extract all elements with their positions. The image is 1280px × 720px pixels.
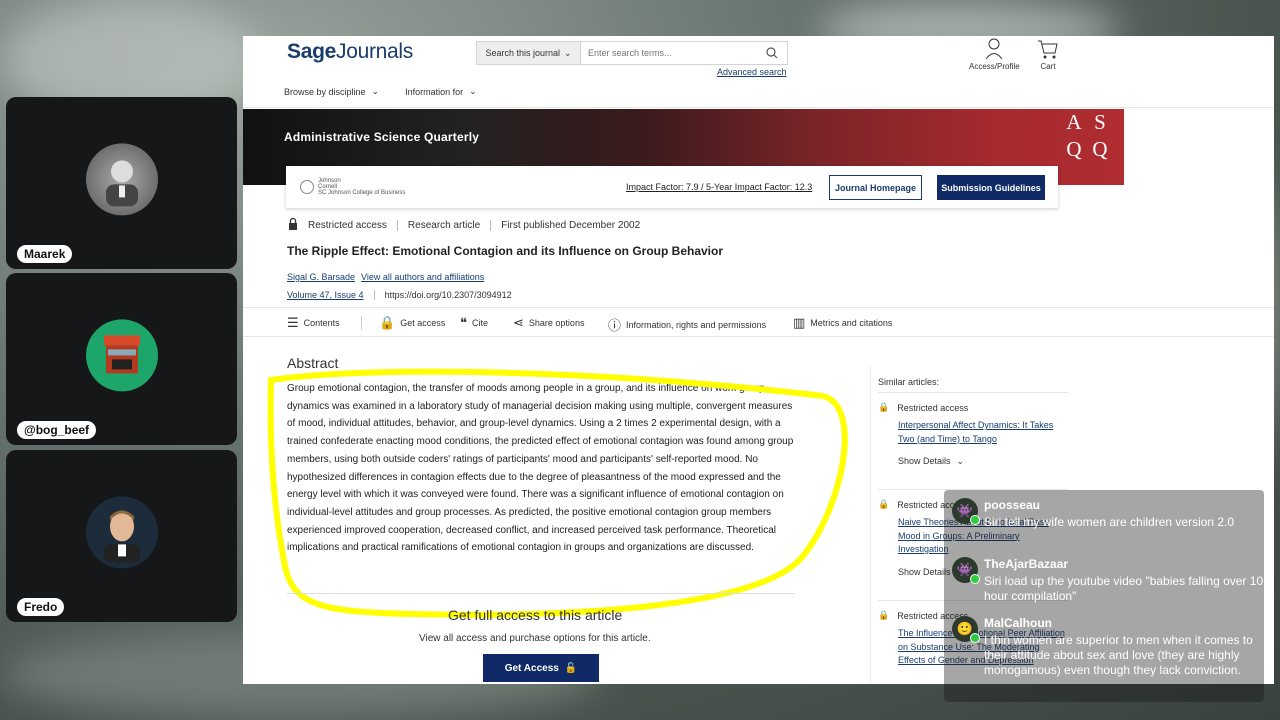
full-access-heading: Get full access to this article bbox=[448, 607, 623, 623]
participant-tile[interactable]: Fredo bbox=[6, 450, 237, 622]
article-title: The Ripple Effect: Emotional Contagion a… bbox=[287, 244, 724, 258]
search-bar: Search this journal ⌄ bbox=[476, 41, 788, 65]
access-profile-button[interactable]: Access/Profile bbox=[969, 38, 1020, 71]
site-header: SageJournals Search this journal ⌄ Advan… bbox=[243, 36, 1274, 108]
lock-icon: 🔒 bbox=[878, 402, 890, 412]
badge-icon bbox=[970, 515, 980, 525]
chat-username[interactable]: poosseau bbox=[984, 498, 1040, 512]
user-icon bbox=[985, 38, 1003, 60]
chat-text: Siri load up the youtube video "babies f… bbox=[984, 574, 1264, 603]
impact-factor-link[interactable]: Impact Factor: 7.9 / 5-Year Impact Facto… bbox=[626, 182, 812, 192]
menu-icon: ☰ bbox=[287, 315, 299, 330]
all-authors-link[interactable]: View all authors and affiliations bbox=[361, 272, 484, 282]
get-access-button[interactable]: Get Access 🔓 bbox=[483, 654, 599, 682]
journal-homepage-button[interactable]: Journal Homepage bbox=[829, 175, 922, 200]
participant-name: Maarek bbox=[17, 245, 73, 263]
badge-icon bbox=[970, 574, 980, 584]
volume-link[interactable]: Volume 47, Issue 4 bbox=[287, 290, 364, 300]
submission-guidelines-button[interactable]: Submission Guidelines bbox=[937, 175, 1045, 200]
johnson-logo: Johnson Cornell SC Johnson College of Busi… bbox=[300, 178, 405, 196]
show-details-toggle[interactable]: Show Details ⌄ bbox=[898, 456, 1068, 467]
cart-button[interactable]: Cart bbox=[1037, 38, 1059, 71]
chat-text: Siri tell my wife women are children ver… bbox=[984, 515, 1235, 529]
avatar bbox=[85, 143, 158, 216]
participant-tile[interactable]: @bog_beef bbox=[6, 273, 237, 445]
doi[interactable]: https://doi.org/10.2307/3094912 bbox=[385, 290, 512, 300]
lock-icon: 🔒 bbox=[379, 315, 396, 330]
lock-icon bbox=[288, 217, 298, 233]
share-options-tab[interactable]: ⋖ Share options bbox=[513, 315, 584, 331]
lock-icon: 🔒 bbox=[878, 499, 890, 509]
info-icon: ⓘ bbox=[608, 318, 622, 333]
badge-icon bbox=[970, 633, 980, 643]
author-link[interactable]: Sigal G. Barsade bbox=[287, 272, 355, 282]
information-for-menu[interactable]: Information for ⌄ bbox=[405, 86, 477, 97]
similar-heading: Similar articles: bbox=[878, 377, 940, 387]
contents-tab[interactable]: ☰ Contents bbox=[287, 315, 340, 331]
article-meta: Restricted access Research article First… bbox=[288, 217, 640, 233]
chat-text: I thin women are superior to men when it… bbox=[984, 633, 1253, 677]
information-tab[interactable]: ⓘ Information, rights and permissions bbox=[608, 315, 766, 334]
participant-tile[interactable]: Maarek bbox=[6, 97, 237, 269]
chevron-down-icon: ⌄ bbox=[371, 86, 380, 96]
sage-logo[interactable]: SageJournals bbox=[287, 40, 413, 64]
article-toolbar: ☰ Contents 🔒 Get access ❝ Cite ⋖ Share optio… bbox=[243, 307, 1274, 337]
cart-icon bbox=[1038, 40, 1058, 59]
yellow-highlight-annotation bbox=[267, 368, 848, 618]
similar-article: 🔒 Restricted access Interpersonal Affect … bbox=[878, 392, 1068, 467]
chat-username[interactable]: TheAjarBazaar bbox=[984, 557, 1068, 571]
chevron-down-icon: ⌄ bbox=[564, 47, 572, 58]
get-access-tab[interactable]: 🔒 Get access bbox=[379, 315, 445, 331]
avatar bbox=[85, 496, 158, 569]
cite-tab[interactable]: ❝ Cite bbox=[460, 315, 488, 331]
chat-username[interactable]: MalCalhoun bbox=[984, 616, 1052, 630]
advanced-search-link[interactable]: Advanced search bbox=[717, 67, 787, 77]
authors: Sigal G. Barsade View all authors and af… bbox=[287, 272, 484, 282]
chat-overlay: 👾 poosseau Siri tell my wife women are c… bbox=[944, 490, 1264, 702]
chevron-down-icon: ⌄ bbox=[469, 86, 477, 96]
search-icon[interactable] bbox=[757, 42, 787, 64]
search-input[interactable] bbox=[581, 42, 757, 64]
journal-info-bar: Johnson Cornell SC Johnson College of Busi… bbox=[286, 166, 1058, 208]
search-scope-select[interactable]: Search this journal ⌄ bbox=[477, 42, 581, 64]
lock-icon: 🔒 bbox=[878, 610, 890, 620]
chevron-down-icon: ⌄ bbox=[956, 456, 965, 466]
quote-icon: ❝ bbox=[460, 315, 467, 330]
divider bbox=[287, 593, 795, 594]
browse-discipline-menu[interactable]: Browse by discipline ⌄ bbox=[284, 86, 379, 97]
sub-navigation: Browse by discipline ⌄ Information for ⌄ bbox=[284, 86, 477, 97]
share-icon: ⋖ bbox=[513, 315, 524, 330]
volume-info: Volume 47, Issue 4 https://doi.org/10.23… bbox=[287, 290, 512, 300]
chart-icon: ▥ bbox=[793, 315, 806, 330]
lock-icon: 🔓 bbox=[564, 662, 578, 674]
avatar bbox=[85, 319, 158, 392]
seal-icon bbox=[300, 180, 314, 194]
similar-article-link[interactable]: Interpersonal Affect Dynamics: It Takes … bbox=[898, 419, 1068, 446]
metrics-tab[interactable]: ▥ Metrics and citations bbox=[793, 315, 892, 331]
journal-title[interactable]: Administrative Science Quarterly bbox=[284, 130, 479, 144]
participant-name: @bog_beef bbox=[17, 421, 97, 439]
asq-logo: AS QQ bbox=[1066, 110, 1108, 161]
participant-name: Fredo bbox=[17, 598, 65, 616]
full-access-subtext: View all access and purchase options for… bbox=[419, 633, 651, 644]
